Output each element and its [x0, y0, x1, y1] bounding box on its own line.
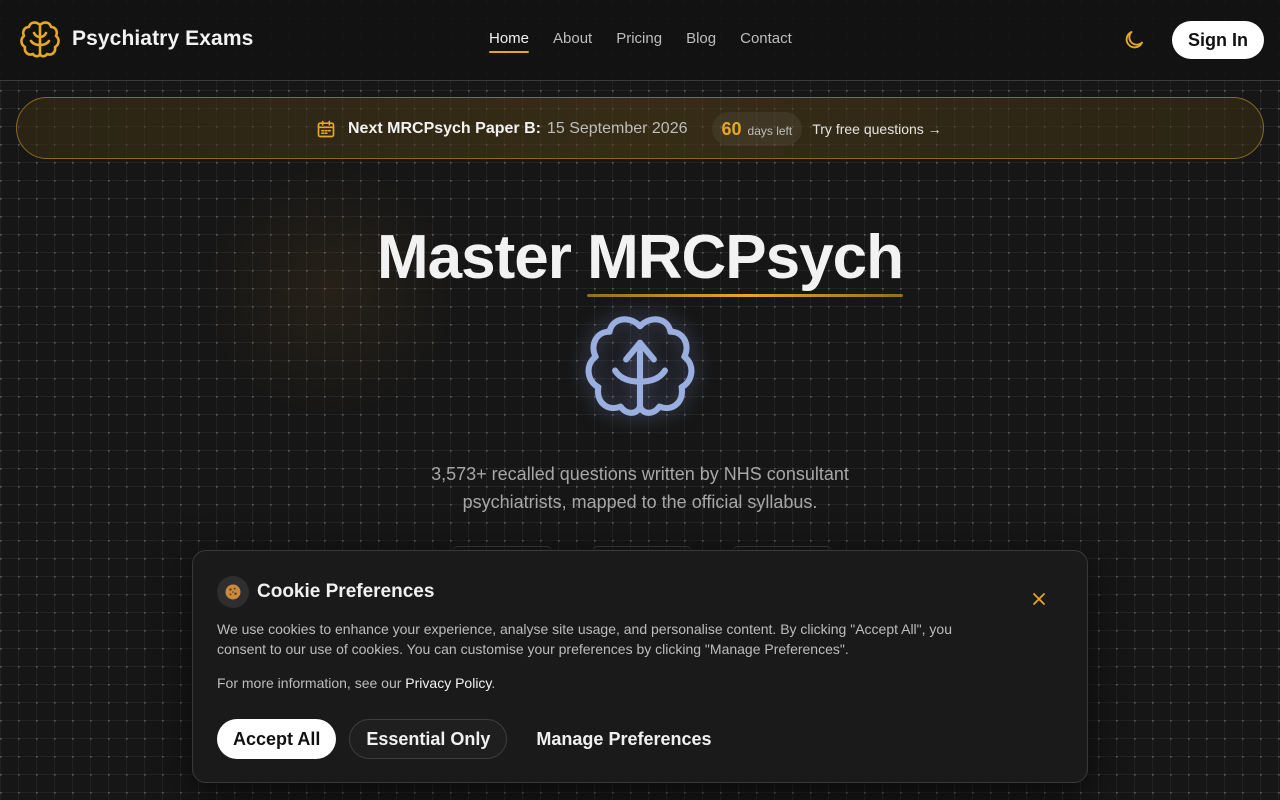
nav-about[interactable]: About: [553, 30, 592, 53]
accept-all-button[interactable]: Accept All: [217, 719, 337, 759]
cookie-more-info: For more information, see our Privacy Po…: [217, 675, 495, 691]
exam-countdown-banner: Next MRCPsych Paper B: 15 September 2026…: [16, 97, 1264, 159]
cookie-icon: [217, 576, 249, 608]
brand-name: Psychiatry Exams: [72, 27, 254, 50]
exam-date: 15 September 2026: [546, 120, 688, 137]
cookie-body: We use cookies to enhance your experienc…: [217, 621, 952, 657]
hero-title: Master MRCPsych: [0, 222, 1280, 297]
try-free-questions-link[interactable]: Try free questions →: [812, 121, 941, 137]
more-prefix: For more information, see our: [217, 675, 402, 691]
site-header: Psychiatry Exams Home About Pricing Blog…: [0, 0, 1280, 81]
cookie-title: Cookie Preferences: [257, 581, 435, 602]
days-label: days left: [747, 123, 793, 138]
calendar-icon: [317, 120, 335, 138]
nav-blog[interactable]: Blog: [686, 30, 716, 53]
close-icon[interactable]: [1031, 591, 1047, 607]
days-left-badge: 60 days left: [711, 112, 803, 146]
hero-subtitle: 3,573+ recalled questions written by NHS…: [431, 464, 849, 512]
brain-hero-icon: [585, 316, 695, 416]
days-count: 60: [721, 118, 742, 139]
brain-logo-icon: [20, 21, 60, 58]
essential-only-button[interactable]: Essential Only: [349, 719, 508, 759]
sign-in-button[interactable]: Sign In: [1172, 21, 1264, 59]
hero-title-accent: MRCPsych: [587, 223, 904, 297]
brand-logo[interactable]: Psychiatry Exams: [18, 17, 253, 61]
nav-home[interactable]: Home: [489, 30, 530, 53]
privacy-policy-link[interactable]: Privacy Policy: [405, 675, 491, 691]
cookie-dialog: Cookie Preferences We use cookies to enh…: [192, 550, 1088, 783]
exam-title: Next MRCPsych Paper B:: [348, 120, 541, 137]
more-suffix: .: [491, 675, 496, 691]
manage-preferences-button[interactable]: Manage Preferences: [520, 719, 727, 759]
nav-contact[interactable]: Contact: [740, 30, 792, 53]
moon-icon[interactable]: [1122, 28, 1146, 52]
hero-title-plain: Master: [377, 223, 572, 292]
main-nav: Home About Pricing Blog Contact: [489, 30, 792, 53]
nav-pricing[interactable]: Pricing: [616, 30, 662, 53]
